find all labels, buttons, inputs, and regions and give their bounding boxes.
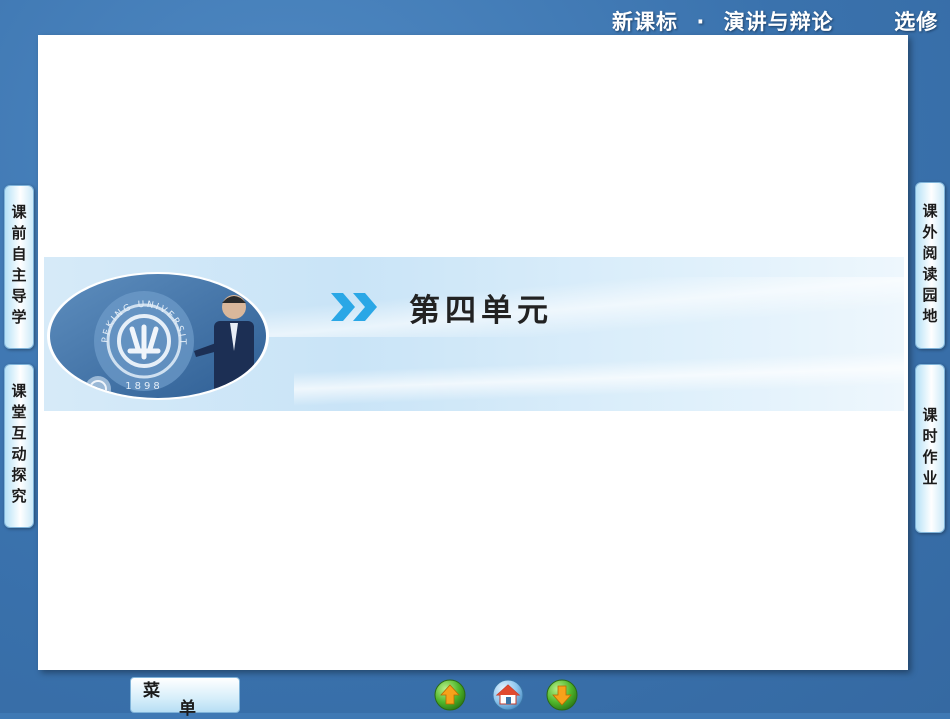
header-type: 选修 xyxy=(894,10,939,34)
home-icon[interactable] xyxy=(492,679,524,711)
tab-label: 课时作业 xyxy=(920,406,939,491)
peking-university-photo: PEKING UNIVERSITY 1898 xyxy=(47,272,269,400)
tab-homework[interactable]: 课时作业 xyxy=(915,364,945,533)
header-separator: · xyxy=(696,10,706,34)
tab-classroom-interaction[interactable]: 课堂互动探究 xyxy=(4,364,34,528)
menu-label-1: 菜 xyxy=(143,681,160,701)
double-chevron-right-icon xyxy=(331,293,377,321)
tab-pre-class-study[interactable]: 课前自主导学 xyxy=(4,185,34,349)
tab-label: 课前自主导学 xyxy=(9,204,28,330)
header-subject: 演讲与辩论 xyxy=(723,10,834,34)
next-arrow-icon[interactable] xyxy=(546,679,578,711)
menu-label-2: 单 xyxy=(179,699,196,719)
photo-seal-year: 1898 xyxy=(125,381,162,392)
unit-banner: PEKING UNIVERSITY 1898 第四单元 xyxy=(44,257,904,411)
tab-label: 课外阅读园地 xyxy=(920,202,939,329)
tab-extra-reading[interactable]: 课外阅读园地 xyxy=(915,182,945,349)
slide-content-area: PEKING UNIVERSITY 1898 第四单元 xyxy=(38,35,908,670)
header-course: 新课标 xyxy=(612,10,678,34)
menu-button[interactable]: 菜 单 xyxy=(130,677,240,719)
tab-label: 课堂互动探究 xyxy=(9,383,28,509)
header-title: 新课标 · 演讲与辩论 选修 xyxy=(612,6,938,36)
unit-title: 第四单元 xyxy=(409,293,553,329)
prev-arrow-icon[interactable] xyxy=(434,679,466,711)
